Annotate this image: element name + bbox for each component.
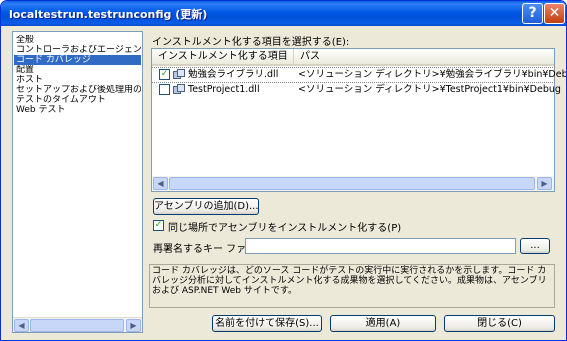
column-header-item[interactable]: インストルメント化する項目 — [152, 49, 294, 64]
description-text: コード カバレッジは、どのソース コードがテストの実行中に実行されるかを示します… — [152, 266, 547, 296]
assembly-icon — [173, 84, 185, 94]
resign-key-label: 再署名するキー ファイ — [153, 244, 257, 255]
close-window-button[interactable]: ✕ — [544, 3, 565, 24]
category-horizontal-scrollbar[interactable]: ◀ ▶ — [13, 317, 142, 332]
list-header: インストルメント化する項目 パス — [152, 49, 554, 66]
category-item[interactable]: 全般 — [14, 35, 141, 45]
list-scroll-right-icon[interactable]: ▶ — [537, 177, 552, 190]
checkmark-icon: ✓ — [154, 220, 163, 230]
category-item[interactable]: セットアップおよび後処理用のスクリプ — [14, 85, 141, 95]
category-item[interactable]: ホスト — [14, 75, 141, 85]
browse-button[interactable]: ... — [520, 238, 550, 254]
dialog-window: localtestrun.testrunconfig (更新) ? ✕ 全般 コン… — [0, 0, 567, 341]
close-button[interactable]: 閉じる(C) — [444, 315, 555, 332]
resign-key-input[interactable] — [245, 238, 516, 254]
instrument-list[interactable]: インストルメント化する項目 パス ✓ 勉強会ライブラリ.dll <ソリューション デ… — [151, 48, 566, 192]
row-item-path: <ソリューション ディレクトリ>¥TestProject1¥bin¥Debug — [298, 84, 561, 95]
instrument-section-label: インストルメント化する項目を選択する(E): — [152, 37, 350, 48]
scroll-right-icon[interactable]: ▶ — [126, 319, 141, 332]
list-scroll-left-icon[interactable]: ◀ — [153, 177, 168, 190]
column-header-path[interactable]: パス — [294, 49, 556, 64]
category-item[interactable]: Web テスト — [14, 105, 141, 115]
instrument-row[interactable]: ✓ 勉強会ライブラリ.dll <ソリューション ディレクトリ>¥勉強会ライブラリ¥b… — [151, 67, 566, 83]
save-as-button[interactable]: 名前を付けて保存(S)... — [212, 315, 322, 332]
description-box: コード カバレッジは、どのソース コードがテストの実行中に実行されるかを示します… — [149, 264, 555, 308]
category-item[interactable]: コントローラおよびエージェント — [14, 45, 141, 55]
window-title: localtestrun.testrunconfig (更新) — [9, 8, 208, 21]
inplace-label: 同じ場所でアセンブリをインストルメント化する(P) — [168, 223, 402, 234]
row-checkbox[interactable] — [159, 84, 170, 95]
row-checkbox[interactable]: ✓ — [159, 69, 170, 80]
title-bar[interactable]: localtestrun.testrunconfig (更新) ? ✕ — [1, 1, 566, 26]
category-item[interactable]: テストのタイムアウト — [14, 95, 141, 105]
help-button[interactable]: ? — [522, 3, 543, 24]
apply-button[interactable]: 適用(A) — [330, 315, 436, 332]
add-assembly-button[interactable]: アセンブリの追加(D)... — [153, 198, 259, 215]
scroll-thumb[interactable] — [30, 319, 124, 332]
scroll-left-icon[interactable]: ◀ — [14, 319, 29, 332]
row-item-path: <ソリューション ディレクトリ>¥勉強会ライブラリ¥bin¥Debug — [298, 69, 567, 80]
inplace-checkbox[interactable]: ✓ — [153, 220, 164, 231]
category-list[interactable]: 全般 コントローラおよびエージェント コード カバレッジ 配置 ホスト セットアップおよび… — [12, 31, 143, 333]
instrument-row[interactable]: TestProject1.dll <ソリューション ディレクトリ>¥TestPro… — [152, 83, 561, 97]
category-item[interactable]: コード カバレッジ — [14, 55, 141, 65]
list-scroll-thumb[interactable] — [169, 177, 535, 190]
category-items: 全般 コントローラおよびエージェント コード カバレッジ 配置 ホスト セットアップおよび… — [14, 35, 141, 115]
assembly-icon — [173, 69, 185, 79]
list-horizontal-scrollbar[interactable]: ◀ ▶ — [152, 176, 554, 191]
row-item-name: 勉強会ライブラリ.dll — [188, 69, 279, 80]
row-item-name: TestProject1.dll — [188, 84, 260, 95]
category-item[interactable]: 配置 — [14, 65, 141, 75]
